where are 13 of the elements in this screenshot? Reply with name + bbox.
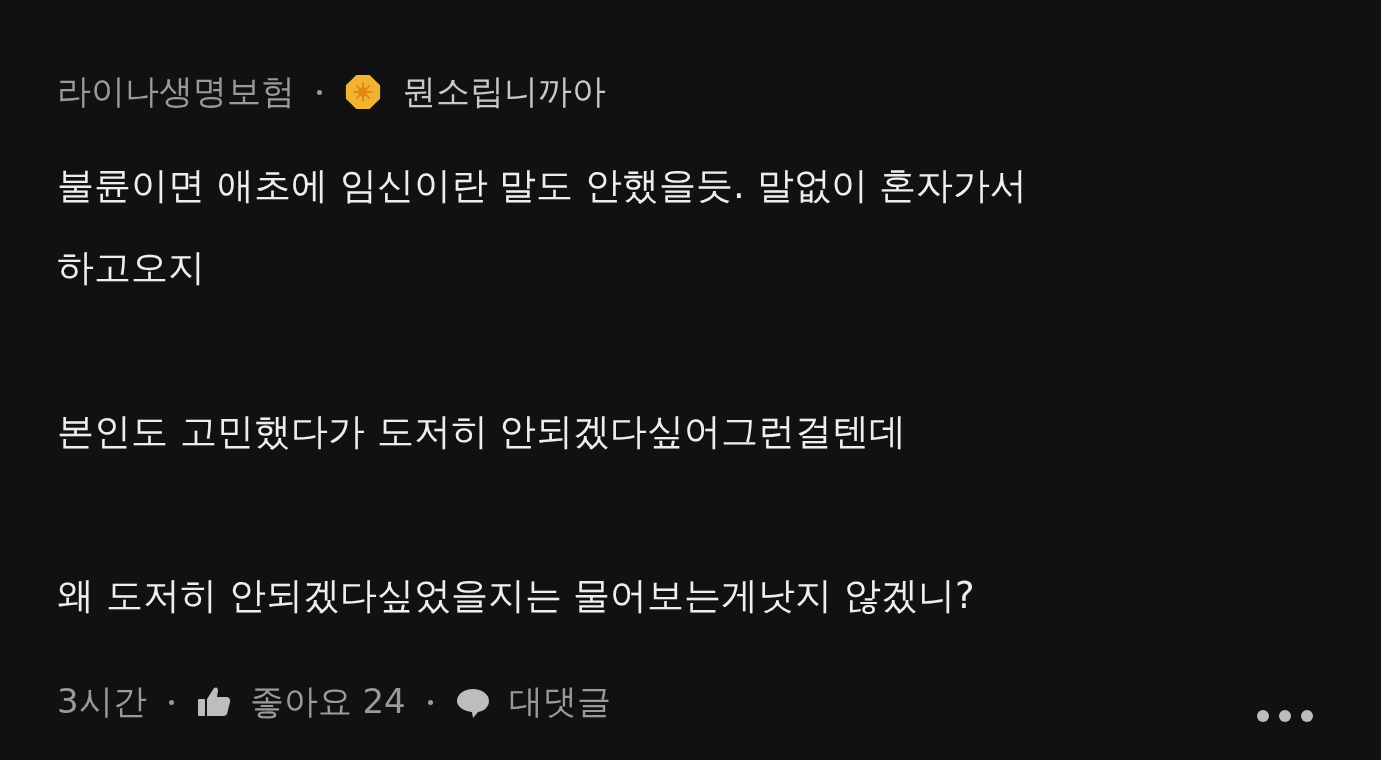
comment-text: 하고오지 [57, 245, 206, 291]
separator-dot [168, 699, 174, 705]
badge-icon [344, 73, 382, 111]
separator-dot [317, 89, 322, 95]
company-name: 라이나생명보험 [57, 70, 295, 113]
comment-text: 본인도 고민했다가 도저히 안되겠다싶어그런걸텐데 [57, 409, 908, 455]
timestamp: 3시간 [57, 680, 147, 723]
comment-text: 왜 도저히 안되겠다싶었을지는 물어보는게낫지 않겠니? [57, 573, 976, 619]
like-button[interactable]: 좋아요 24 [195, 679, 406, 725]
reply-button[interactable]: 대댓글 [454, 679, 611, 725]
comment-text: 불륜이면 애초에 임신이란 말도 안했을듯. 말없이 혼자가서 [57, 163, 1029, 209]
separator-dot [427, 699, 433, 705]
author-name[interactable]: 뭔소립니까아 [402, 69, 606, 115]
